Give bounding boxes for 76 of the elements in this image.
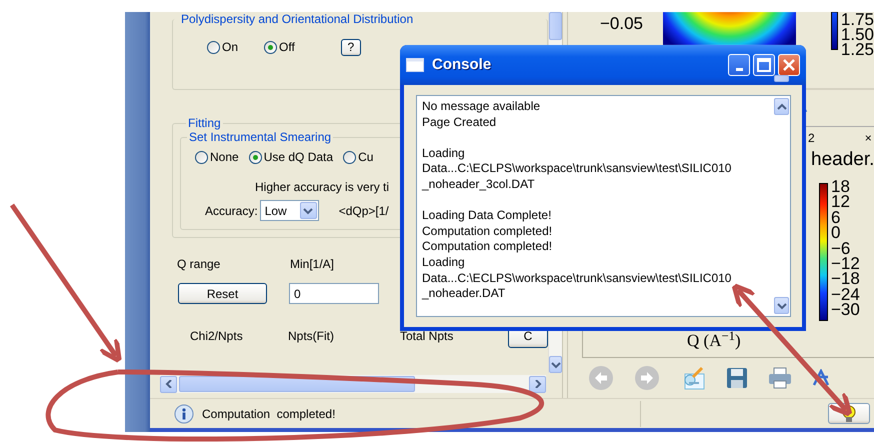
colorbar-label: −18 <box>831 271 860 287</box>
radio-label: Cu <box>358 149 374 166</box>
console-line: Loading <box>422 146 466 162</box>
console-line: _noheader_3col.DAT <box>422 176 536 193</box>
radio-button[interactable] <box>195 150 208 164</box>
console-line: Computation completed! <box>422 224 554 240</box>
colorbar-label: 12 <box>831 194 851 210</box>
section-label: Q range <box>177 256 222 273</box>
column-label: Total Npts <box>400 328 454 344</box>
help-button[interactable]: ? <box>340 38 361 56</box>
scroll-thumb[interactable] <box>549 12 562 40</box>
radio-button[interactable] <box>207 40 220 54</box>
scroll-thumb[interactable] <box>774 75 789 82</box>
accuracy-dropdown[interactable]: Low <box>260 200 319 221</box>
save-icon[interactable] <box>726 367 748 389</box>
scroll-up-icon[interactable] <box>776 102 786 110</box>
colorbar-label: 6 <box>831 210 842 226</box>
hint-text: Higher accuracy is very ti <box>255 179 390 196</box>
colorbar-label: −12 <box>831 256 860 272</box>
maximize-button[interactable] <box>753 54 775 76</box>
column-label: Min[1/A] <box>290 256 334 273</box>
minimize-icon <box>736 68 742 70</box>
close-button[interactable] <box>778 54 800 76</box>
axis-label: Q (A$^{−1}$) <box>687 333 742 349</box>
column-label: Npts(Fit) <box>288 328 335 344</box>
group-title: Fitting <box>187 116 222 130</box>
window-icon <box>406 58 424 72</box>
scroll-down-icon[interactable] <box>776 302 786 310</box>
radio-button[interactable] <box>248 150 262 164</box>
radio-label: On <box>222 39 238 56</box>
colorbar-label: −6 <box>831 240 850 256</box>
lightbulb-icon <box>842 404 856 422</box>
min-field[interactable]: 0 <box>289 283 379 304</box>
console-line: Data...C:\ECLPS\workspace\trunk\sansview\test\SILIC010 <box>422 161 732 177</box>
plot-title: header.I <box>811 152 874 167</box>
field-label: <dQp>[1/ <box>338 202 389 220</box>
dropdown-value: Low <box>264 202 287 220</box>
console-line: Data...C:\ECLPS\workspace\trunk\sansview\test\SILIC010 <box>422 270 732 286</box>
colorbar-label: 1.25 <box>840 42 874 57</box>
scroll-left-icon[interactable] <box>164 380 174 388</box>
window-title: Console <box>432 54 492 75</box>
column-label: Chi2/Npts <box>190 328 244 344</box>
scroll-down-icon[interactable] <box>550 360 560 368</box>
radio-label: Off <box>279 39 295 56</box>
status-message: Computation completed! <box>202 406 336 422</box>
group-title: Set Instrumental Smearing <box>188 130 332 144</box>
console-line: Loading <box>422 254 466 271</box>
console-line: _noheader.DAT <box>422 286 506 302</box>
axes-icon[interactable] <box>812 369 830 387</box>
group-title: Polydispersity and Orientational Distribution <box>180 12 414 26</box>
console-line: No message available <box>422 99 542 115</box>
reset-button[interactable]: Reset <box>178 283 267 304</box>
colorbar-label: 18 <box>831 179 851 194</box>
colorbar-label: 0 <box>831 225 840 241</box>
radio-label: None <box>210 149 239 166</box>
close-icon <box>782 58 796 72</box>
console-line: Computation completed! <box>422 239 554 255</box>
colorbar-label: −30 <box>831 302 860 318</box>
maximize-icon <box>757 58 771 72</box>
minimize-button[interactable] <box>728 54 750 76</box>
console-line: Loading Data Complete! <box>422 208 552 224</box>
info-icon <box>174 404 194 424</box>
radio-button[interactable] <box>264 40 278 54</box>
colorbar-label: −24 <box>831 286 860 302</box>
field-label: Accuracy: <box>205 202 258 220</box>
console-line: Page Created <box>422 114 498 130</box>
radio-button[interactable] <box>343 150 356 164</box>
print-icon[interactable] <box>768 367 792 389</box>
colorbar <box>830 12 838 50</box>
radio-label: Use dQ Data <box>264 149 334 166</box>
colorbar-label: 1.50 <box>840 27 874 42</box>
plot-tab[interactable]: 2 <box>808 128 815 146</box>
close-tab-icon[interactable]: × <box>864 128 872 146</box>
scroll-right-icon[interactable] <box>532 380 542 388</box>
colorbar-label: 1.75 <box>840 12 874 27</box>
axis-tick-label: −0.05 <box>600 16 644 35</box>
